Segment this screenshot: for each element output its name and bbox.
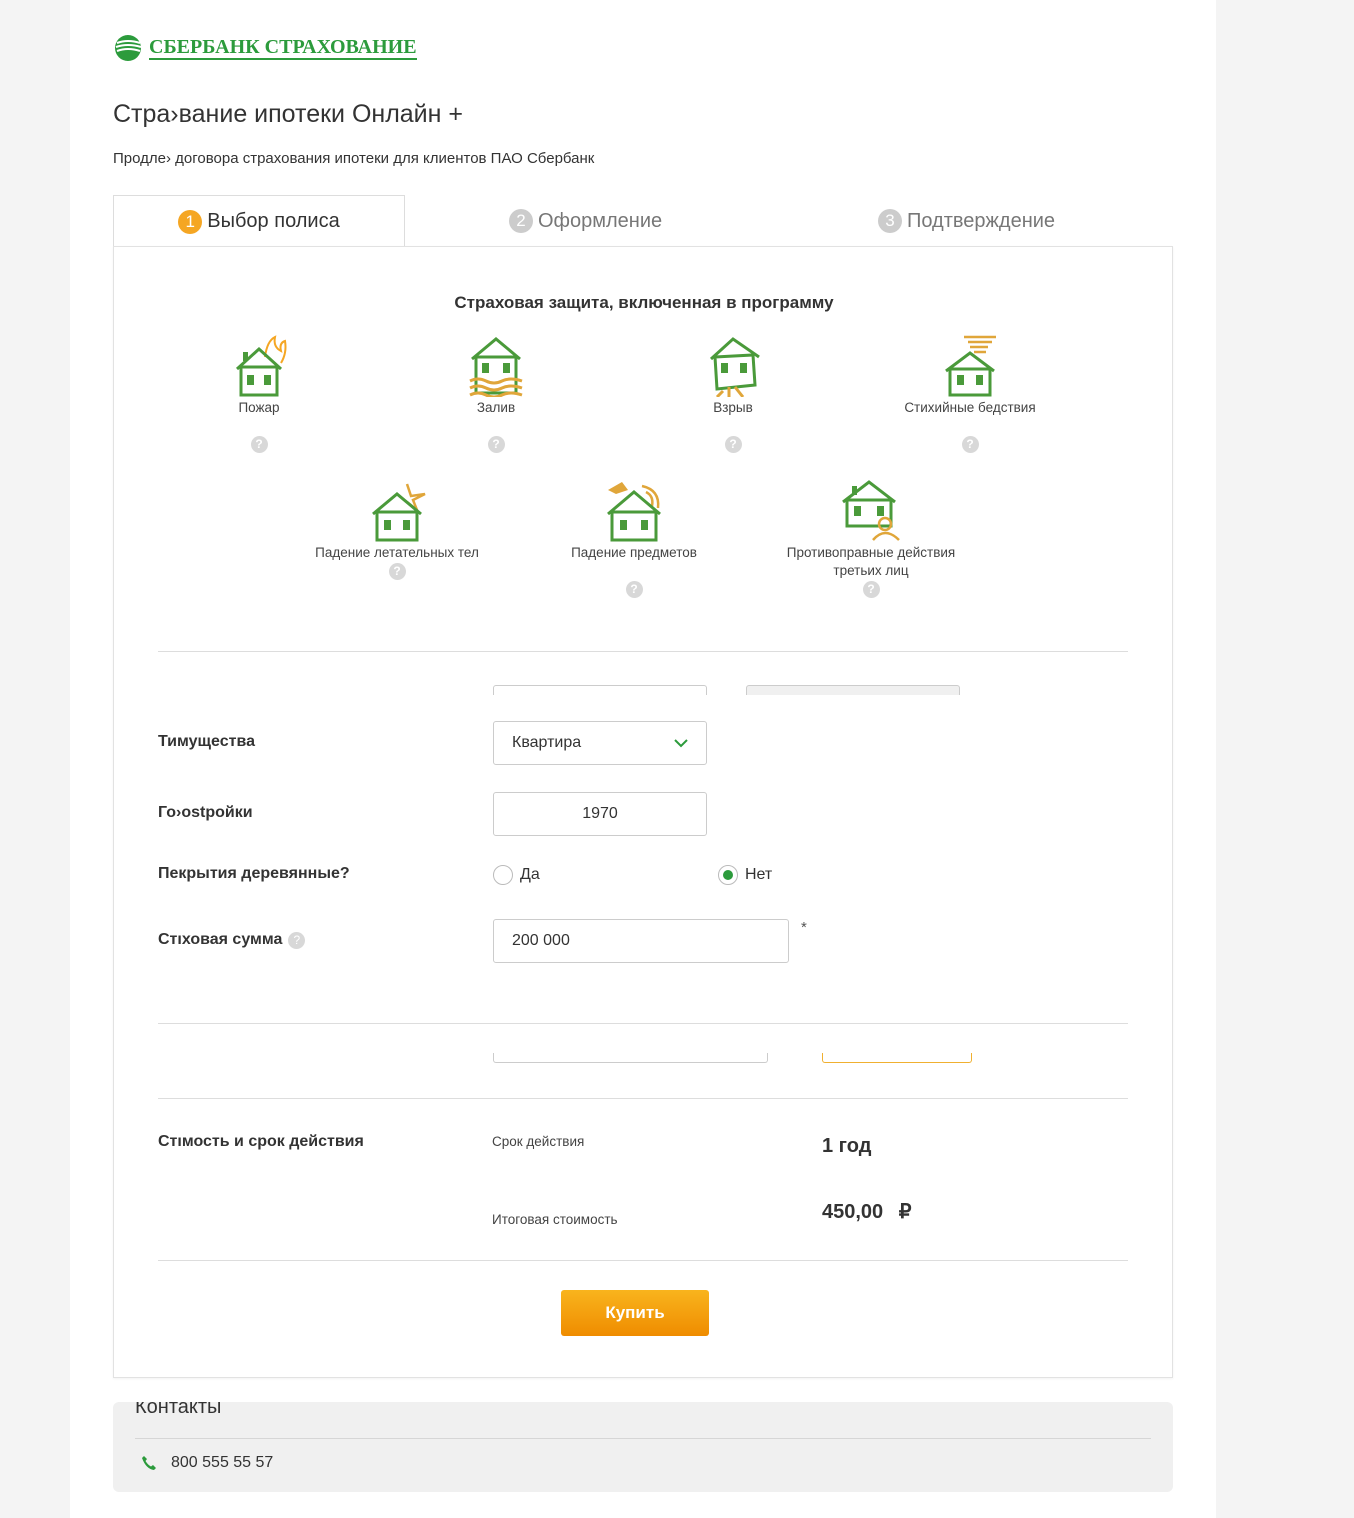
property-type-label: Тимущества [158, 733, 255, 750]
page-title: Стра›вание ипотеки Онлайн + [113, 100, 463, 128]
contacts-panel: Контакты 800 555 55 57 [113, 1402, 1173, 1492]
house-falling-object-icon [607, 482, 661, 542]
tab-confirmation[interactable]: 3 Подтверждение [878, 195, 1055, 247]
risk-natural-disasters: Стихийные бедствия ? [870, 335, 1070, 453]
radio-label-yes: Да [520, 866, 540, 883]
help-icon[interactable]: ? [625, 581, 643, 598]
divider [158, 1023, 1128, 1024]
partial-field-top-2 [746, 685, 960, 695]
wooden-floors-label: Пекрытия деревянные? [158, 865, 350, 882]
help-icon[interactable]: ? [862, 581, 880, 598]
step-number-badge: 2 [509, 209, 533, 233]
term-label: Срок действия [492, 1134, 585, 1149]
risk-third-party-actions: Противоправные действия третьих лиц ? [771, 480, 971, 598]
build-year-label: Го›ostройки [158, 804, 253, 821]
house-thief-icon [842, 480, 900, 541]
risk-explosion: Взрыв ? [633, 335, 833, 453]
sberbank-insurance-logo[interactable]: СБЕРБАНК СТРАХОВАНИЕ [113, 33, 417, 63]
total-price: 450,00 ₽ [822, 1199, 911, 1224]
house-flood-icon [469, 337, 523, 397]
build-year-input[interactable]: 1970 [493, 792, 707, 836]
help-icon[interactable]: ? [288, 931, 306, 949]
help-icon[interactable]: ? [250, 436, 268, 453]
help-icon[interactable]: ? [724, 436, 742, 453]
tab-label: Оформление [538, 209, 663, 232]
step-number-badge: 3 [878, 209, 902, 233]
sberbank-logo-icon [115, 35, 142, 61]
partial-field-bottom [493, 1053, 768, 1063]
page-subtitle: Продле› договора страхования ипотеки для… [113, 150, 595, 167]
divider [158, 1260, 1128, 1261]
protection-title: Страховая защита, включенная в программу [454, 293, 834, 312]
policy-form-card: Страховая защита, включенная в программу… [113, 246, 1173, 1378]
risk-label: Падение предметов [571, 545, 697, 560]
radio-circle[interactable] [493, 865, 513, 885]
tab-label: Выбор полиса [207, 210, 340, 232]
tab-registration[interactable]: 2 Оформление [509, 195, 662, 247]
radio-circle-checked[interactable] [718, 865, 738, 885]
required-mark: * [801, 919, 807, 936]
buy-button[interactable]: Купить [561, 1290, 709, 1336]
chevron-down-icon [674, 739, 688, 748]
total-value: 450,00 [822, 1201, 884, 1223]
divider [158, 1098, 1128, 1099]
phone-number: 800 555 55 57 [171, 1454, 274, 1471]
house-fire-icon [235, 335, 287, 397]
brand-name: СБЕРБАНК СТРАХОВАНИЕ [149, 36, 417, 60]
house-aircraft-icon [372, 483, 426, 542]
risk-fire: Пожар ? [159, 335, 359, 453]
step-number-badge: 1 [178, 209, 203, 234]
risk-label: Пожар [238, 400, 280, 415]
risk-label: Залив [476, 400, 516, 415]
sum-insured-label-row: Стıховая сумма ? [158, 931, 306, 949]
term-value: 1 год [822, 1135, 872, 1157]
wooden-floors-yes-radio[interactable]: Да [493, 865, 540, 885]
sum-insured-input[interactable]: 200 000 [493, 919, 789, 963]
partial-field-bottom-2 [822, 1053, 972, 1063]
wooden-floors-no-radio[interactable]: Нет [718, 865, 772, 885]
risk-label: Противоправные действия третьих лиц [786, 545, 956, 578]
sum-insured-label: Стıховая сумма [158, 931, 283, 948]
tab-label: Подтверждение [907, 209, 1056, 232]
total-label: Итоговая стоимость [492, 1212, 618, 1227]
contacts-title: Контакты [135, 1402, 222, 1418]
divider [135, 1438, 1151, 1439]
risk-label: Стихийные бедствия [904, 400, 1036, 415]
phone-icon [142, 1456, 156, 1470]
property-type-value: Квартира [512, 734, 582, 751]
property-type-select[interactable]: Квартира [493, 721, 707, 765]
sum-insured-value: 200 000 [512, 932, 570, 949]
phone-contact[interactable]: 800 555 55 57 [141, 1454, 273, 1472]
divider [158, 651, 1128, 652]
risk-label: Взрыв [713, 400, 753, 415]
house-tornado-icon [945, 335, 996, 397]
risk-falling-objects: Падение предметов ? [534, 480, 734, 598]
risk-label: Падение летательных тел [315, 545, 479, 560]
radio-label-no: Нет [745, 866, 773, 883]
help-icon[interactable]: ? [388, 563, 406, 580]
partial-field-top [493, 685, 707, 695]
tab-policy-choice[interactable]: 1 Выбор полиса [113, 195, 405, 247]
help-icon[interactable]: ? [487, 436, 505, 453]
house-explosion-icon [709, 337, 760, 397]
summary-label: Стıмость и срок действия [158, 1133, 364, 1150]
risk-flood: Залив ? [396, 335, 596, 453]
step-tabs: 1 Выбор полиса 2 Оформление 3 Подтвержде… [113, 195, 1173, 247]
build-year-value: 1970 [582, 805, 618, 822]
help-icon[interactable]: ? [961, 436, 979, 453]
risk-aircraft: Падение летательных тел ? [297, 480, 497, 580]
currency-symbol: ₽ [898, 1201, 912, 1223]
